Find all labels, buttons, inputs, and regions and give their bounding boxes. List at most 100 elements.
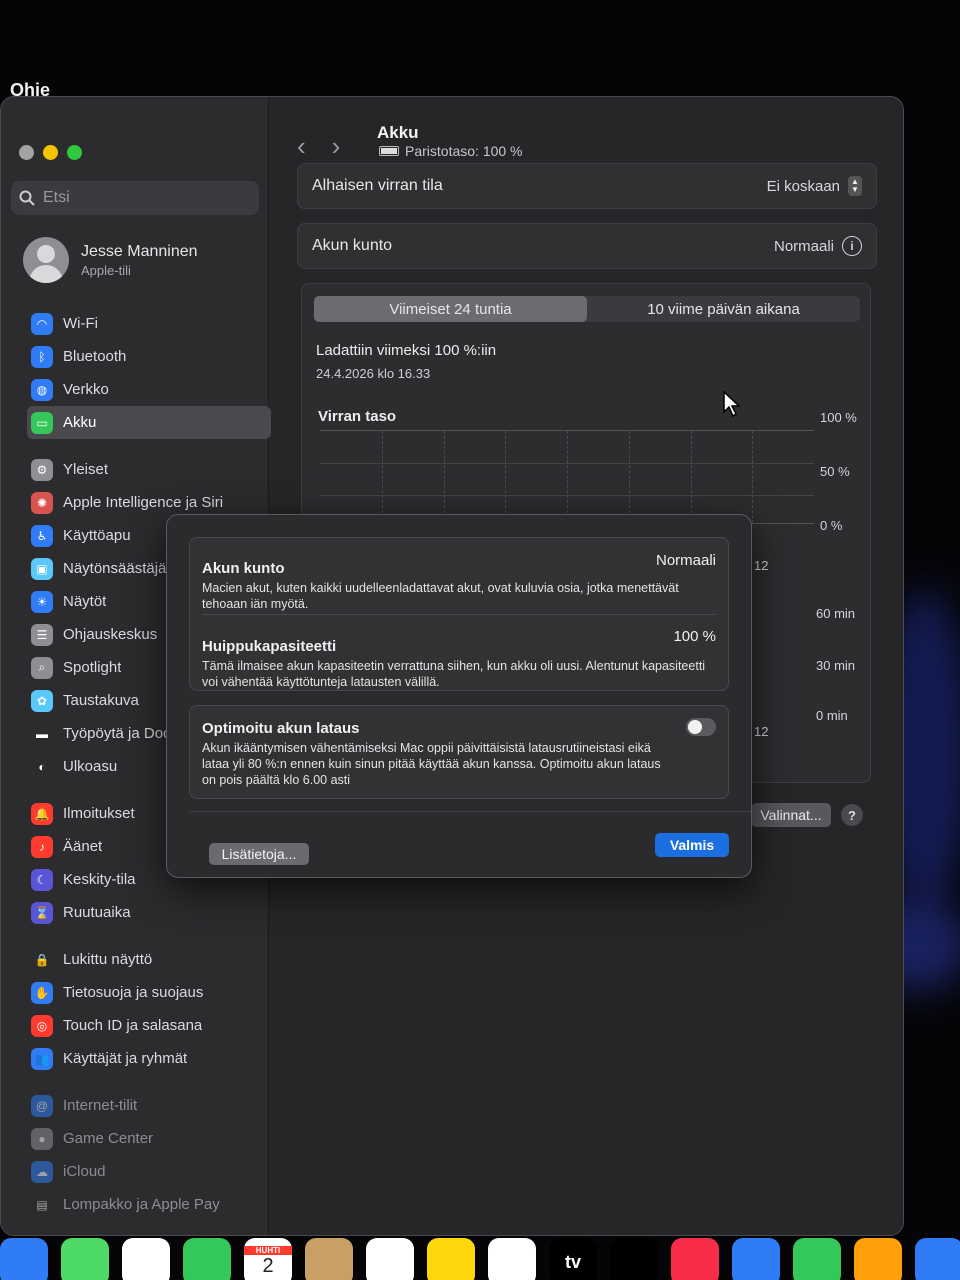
divider bbox=[202, 614, 716, 615]
optimized-charging-toggle[interactable] bbox=[686, 718, 716, 736]
sidebar-item-label: Verkko bbox=[63, 381, 109, 398]
health-description: Macien akut, kuten kaikki uudelleenladat… bbox=[202, 581, 679, 611]
appstore-icon[interactable] bbox=[915, 1238, 960, 1280]
sidebar-item-1[interactable]: ◠ Wi-Fi bbox=[27, 307, 271, 340]
calendar-month: HUHTI bbox=[244, 1246, 292, 1255]
battery-level-chart bbox=[320, 430, 814, 524]
appearance-icon: ◐ bbox=[31, 755, 53, 778]
sidebar-item-label: Bluetooth bbox=[63, 348, 127, 365]
freeform-icon[interactable] bbox=[488, 1238, 536, 1280]
calendar-icon[interactable]: HUHTI 2 bbox=[244, 1238, 292, 1280]
focus-icon: ☾ bbox=[31, 868, 53, 891]
icon-glyph: 🔔 bbox=[34, 806, 50, 821]
tab-last-24h[interactable]: Viimeiset 24 tuntia bbox=[314, 296, 587, 322]
low-power-select[interactable]: Ei koskaan ▲ ▼ bbox=[767, 176, 862, 196]
low-power-label: Alhaisen virran tila bbox=[312, 177, 443, 194]
more-info-button[interactable]: Lisätietoja... bbox=[209, 843, 309, 865]
sidebar-item-2[interactable]: ᛒ Bluetooth bbox=[27, 340, 271, 373]
tab-last-10-days[interactable]: 10 viime päivän aikana bbox=[587, 296, 860, 322]
finder-icon[interactable] bbox=[0, 1238, 48, 1280]
sidebar-item-23[interactable]: @ Internet-tilit bbox=[27, 1089, 271, 1122]
sidebar-item-24[interactable]: ● Game Center bbox=[27, 1122, 271, 1155]
reminders-icon[interactable] bbox=[366, 1238, 414, 1280]
maps-icon[interactable] bbox=[61, 1238, 109, 1280]
sidebar-item-20[interactable]: ✋ Tietosuoja ja suojaus bbox=[27, 976, 271, 1009]
sidebar-item-21[interactable]: ◎ Touch ID ja salasana bbox=[27, 1009, 271, 1042]
sidebar-item-18[interactable]: ⌛ Ruutuaika bbox=[27, 896, 271, 929]
icon-glyph: ◐ bbox=[38, 759, 46, 774]
icon-glyph: ⚙ bbox=[36, 462, 48, 477]
capacity-value: 100 % bbox=[673, 628, 716, 645]
chart-gridline bbox=[443, 431, 445, 523]
minimize-button[interactable] bbox=[43, 145, 58, 160]
sidebar-item-26[interactable]: ▤ Lompakko ja Apple Pay bbox=[27, 1188, 271, 1221]
window-controls bbox=[19, 145, 82, 160]
health-section: Akun kunto Normaali Macien akut, kuten k… bbox=[202, 552, 716, 612]
back-button[interactable]: ‹ bbox=[297, 131, 306, 162]
at-icon: @ bbox=[31, 1094, 53, 1117]
sidebar-item-label: Keskity-tila bbox=[63, 871, 136, 888]
usage-tick-label: 60 min bbox=[816, 606, 856, 621]
pages-icon[interactable] bbox=[854, 1238, 902, 1280]
search-placeholder: Etsi bbox=[43, 189, 70, 206]
sidebar-item-25[interactable]: ☁ iCloud bbox=[27, 1155, 271, 1188]
battery-icon: ▭ bbox=[31, 411, 53, 434]
options-button[interactable]: Valinnat... bbox=[751, 803, 831, 827]
close-button[interactable] bbox=[19, 145, 34, 160]
sidebar-item-label: Apple Intelligence ja Siri bbox=[63, 494, 224, 511]
music-icon[interactable] bbox=[671, 1238, 719, 1280]
x-tick-label: 12 bbox=[754, 724, 769, 739]
icon-glyph: ☁ bbox=[36, 1164, 48, 1179]
icon-glyph: 🔒 bbox=[34, 952, 50, 967]
notifications-icon: 🔔 bbox=[31, 802, 53, 825]
calendar-day: 2 bbox=[262, 1255, 274, 1277]
time-range-segmented: Viimeiset 24 tuntia 10 viime päivän aika… bbox=[314, 296, 860, 322]
last-charged-date: 24.4.2026 klo 16.33 bbox=[316, 366, 431, 381]
sound-icon: ♪ bbox=[31, 835, 53, 858]
apple-account[interactable]: Jesse Manninen Apple-tili bbox=[23, 237, 198, 283]
search-input[interactable]: Etsi bbox=[11, 181, 259, 215]
sidebar-item-label: Akku bbox=[63, 414, 97, 431]
keynote-icon[interactable] bbox=[732, 1238, 780, 1280]
wallet-icon: ▤ bbox=[31, 1193, 53, 1216]
chart-gridline bbox=[628, 431, 630, 523]
zoom-button[interactable] bbox=[67, 145, 82, 160]
sidebar-item-label: Yleiset bbox=[63, 461, 109, 478]
numbers-icon[interactable] bbox=[793, 1238, 841, 1280]
facetime-icon[interactable] bbox=[183, 1238, 231, 1280]
info-icon[interactable]: i bbox=[842, 236, 862, 256]
done-button[interactable]: Valmis bbox=[655, 833, 729, 857]
sidebar-item-27[interactable]: ⌨Näppäimistö bbox=[27, 1235, 271, 1236]
dock: HUHTI 2 tv bbox=[0, 1238, 960, 1280]
users-icon: 👥 bbox=[31, 1047, 53, 1070]
icon-glyph: ✋ bbox=[34, 985, 50, 1000]
photos-icon[interactable] bbox=[122, 1238, 170, 1280]
help-button[interactable]: ? bbox=[841, 804, 863, 826]
notes-icon[interactable] bbox=[427, 1238, 475, 1280]
appletv-icon[interactable]: tv bbox=[549, 1238, 597, 1280]
control-center-icon: ☰ bbox=[31, 623, 53, 646]
sidebar-item-3[interactable]: ◍ Verkko bbox=[27, 373, 271, 406]
sidebar-item-label: iCloud bbox=[63, 1163, 106, 1180]
optimized-title: Optimoitu akun lataus bbox=[202, 720, 360, 737]
forward-button[interactable]: › bbox=[332, 131, 341, 162]
contacts-icon[interactable] bbox=[305, 1238, 353, 1280]
usage-tick-label: 0 min bbox=[816, 708, 848, 723]
sidebar-item-19[interactable]: 🔒 Lukittu näyttö bbox=[27, 943, 271, 976]
icon-glyph: ● bbox=[38, 1131, 46, 1146]
sidebar-item-label: Näytöt bbox=[63, 593, 107, 610]
icon-glyph: ♪ bbox=[39, 839, 45, 854]
bluetooth-icon: ᛒ bbox=[31, 345, 53, 368]
sidebar-item-label: Ulkoasu bbox=[63, 758, 118, 775]
sidebar-item-22[interactable]: 👥 Käyttäjät ja ryhmät bbox=[27, 1042, 271, 1075]
kickstarter-icon[interactable] bbox=[610, 1238, 658, 1280]
sidebar-item-label: Game Center bbox=[63, 1130, 154, 1147]
sidebar-item-label: Tietosuoja ja suojaus bbox=[63, 984, 204, 1001]
icon-glyph: ✿ bbox=[36, 693, 48, 708]
sidebar-item-4[interactable]: ▭ Akku bbox=[27, 406, 271, 439]
sidebar-item-5[interactable]: ⚙ Yleiset bbox=[27, 453, 271, 486]
icon-glyph: ᛒ bbox=[38, 349, 46, 364]
capacity-title: Huippukapasiteetti bbox=[202, 638, 337, 655]
